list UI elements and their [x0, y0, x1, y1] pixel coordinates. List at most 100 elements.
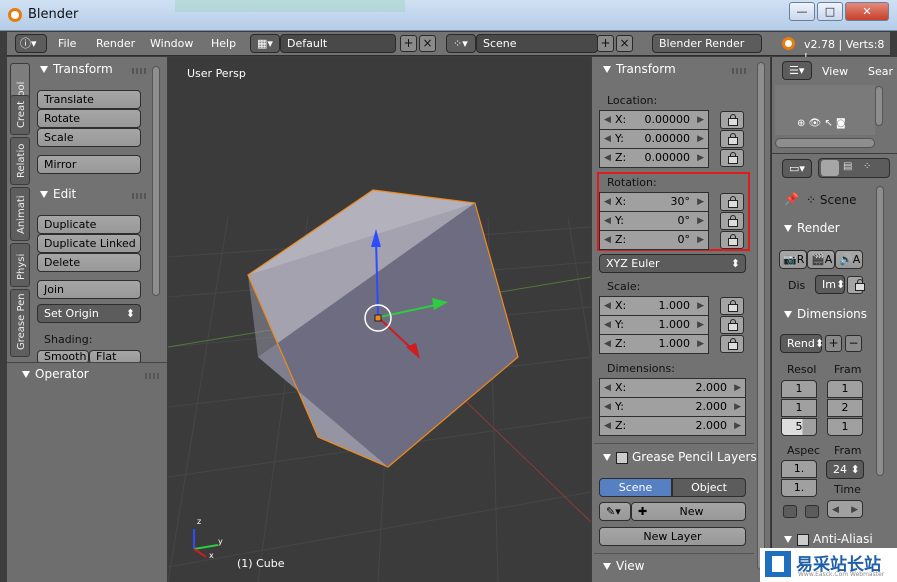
outliner-search-menu[interactable]: Sear: [868, 65, 893, 78]
n-transform-header[interactable]: Transform: [603, 62, 676, 76]
location-z-field[interactable]: ◀ Z: 0.00000 ▶: [599, 148, 709, 168]
frame-end-field[interactable]: 2: [827, 399, 863, 417]
time-remap-field[interactable]: ◀ ▶: [827, 500, 863, 518]
scene-field[interactable]: Scene: [476, 34, 598, 53]
remove-layout-button[interactable]: ×: [419, 35, 436, 52]
delete-button[interactable]: Delete: [37, 253, 141, 272]
properties-scrollbar[interactable]: [757, 62, 765, 570]
add-scene-button[interactable]: +: [597, 35, 614, 52]
grease-pencil-header[interactable]: Grease Pencil Layers: [603, 450, 757, 464]
mirror-button[interactable]: Mirror: [37, 155, 141, 174]
drag-handle-icon[interactable]: [132, 68, 146, 74]
new-grease-button[interactable]: ✚ New: [631, 502, 746, 521]
rotation-y-field[interactable]: ◀ Y: 0° ▶: [599, 211, 709, 231]
set-origin-dropdown[interactable]: Set Origin ⬍: [37, 304, 141, 323]
join-button[interactable]: Join: [37, 280, 141, 299]
grease-pencil-checkbox[interactable]: [616, 451, 628, 464]
duplicate-linked-button[interactable]: Duplicate Linked: [37, 234, 141, 253]
menu-help[interactable]: Help: [211, 37, 236, 50]
context-tabs[interactable]: ▤ ⁘: [818, 158, 890, 178]
remove-preset-button[interactable]: −: [845, 335, 862, 352]
lock-scale-x-icon[interactable]: [720, 297, 744, 315]
tab-animation[interactable]: Animati: [10, 187, 30, 241]
tab-physics[interactable]: Physi: [10, 243, 30, 287]
border-checkbox[interactable]: [783, 505, 797, 518]
remove-scene-button[interactable]: ×: [616, 35, 633, 52]
operator-panel-header[interactable]: Operator: [22, 367, 89, 381]
lock-rotation-y-icon[interactable]: [720, 212, 744, 230]
frame-step-field[interactable]: 1: [827, 418, 863, 436]
render-audio-button[interactable]: 🔊A: [835, 250, 863, 269]
display-select[interactable]: Im⬍: [815, 275, 845, 294]
tab-grease-pencil[interactable]: Grease Pen: [10, 289, 30, 357]
lock-location-y-icon[interactable]: [720, 130, 744, 148]
rotation-z-field[interactable]: ◀ Z: 0° ▶: [599, 230, 709, 250]
drag-handle-icon[interactable]: [732, 68, 746, 74]
tab-relations[interactable]: Relatio: [10, 137, 30, 185]
lock-rotation-z-icon[interactable]: [720, 231, 744, 249]
view-panel-header[interactable]: View: [603, 559, 644, 573]
scale-button[interactable]: Scale: [37, 128, 141, 147]
transform-panel-header[interactable]: Transform: [40, 62, 113, 76]
duplicate-button[interactable]: Duplicate: [37, 215, 141, 234]
pencil-icon[interactable]: ✎▾: [599, 502, 631, 521]
lock-scale-z-icon[interactable]: [720, 335, 744, 353]
cube-object[interactable]: [247, 189, 519, 468]
dimensions-panel-header[interactable]: Dimensions: [784, 307, 867, 321]
resolution-x-field[interactable]: 1: [781, 380, 817, 398]
resolution-percent-field[interactable]: 5: [781, 418, 817, 436]
maximize-button[interactable]: □: [817, 2, 843, 21]
layers-tab-icon[interactable]: ▤: [843, 161, 852, 172]
resolution-y-field[interactable]: 1: [781, 399, 817, 417]
drag-handle-icon[interactable]: [145, 373, 159, 379]
anti-aliasing-checkbox[interactable]: [797, 533, 809, 546]
drag-handle-icon[interactable]: [132, 193, 146, 199]
menu-window[interactable]: Window: [150, 37, 193, 50]
lock-scale-y-icon[interactable]: [720, 316, 744, 334]
aspect-x-field[interactable]: 1.: [781, 460, 817, 478]
viewport-3d[interactable]: User Persp z y x (1) Cube: [168, 57, 591, 582]
scale-y-field[interactable]: ◀ Y: 1.000 ▶: [599, 315, 709, 335]
grease-object-tab[interactable]: Object: [672, 478, 746, 497]
new-layer-button[interactable]: New Layer: [599, 527, 746, 546]
dimensions-y-field[interactable]: ◀ Y: 2.000 ▶: [599, 397, 746, 417]
editor-type-button[interactable]: ⓘ▾: [15, 34, 47, 53]
dimensions-x-field[interactable]: ◀ X: 2.000 ▶: [599, 378, 746, 398]
frame-start-field[interactable]: 1: [827, 380, 863, 398]
layout-icon[interactable]: ▦▾: [250, 34, 280, 53]
render-animation-button[interactable]: 🎬A: [807, 250, 835, 269]
lock-rotation-x-icon[interactable]: [720, 193, 744, 211]
render-properties-scrollbar[interactable]: [876, 186, 884, 476]
location-y-field[interactable]: ◀ Y: 0.00000 ▶: [599, 129, 709, 149]
translate-button[interactable]: Translate: [37, 90, 141, 109]
scene-icon[interactable]: ⁘▾: [446, 34, 476, 53]
location-x-field[interactable]: ◀ X: 0.00000 ▶: [599, 110, 709, 130]
add-preset-button[interactable]: +: [825, 335, 842, 352]
scale-x-field[interactable]: ◀ X: 1.000 ▶: [599, 296, 709, 316]
render-panel-header[interactable]: Render: [784, 221, 840, 235]
properties-editor-icon[interactable]: ▭▾: [782, 159, 812, 178]
viewport-canvas[interactable]: [168, 57, 591, 582]
minimize-button[interactable]: —: [789, 2, 815, 21]
outliner-editor-icon[interactable]: ☰▾: [782, 61, 812, 80]
render-engine-select[interactable]: Blender Render: [652, 34, 762, 53]
scale-z-field[interactable]: ◀ Z: 1.000 ▶: [599, 334, 709, 354]
add-layout-button[interactable]: +: [400, 35, 417, 52]
lock-location-z-icon[interactable]: [720, 149, 744, 167]
tool-shelf-scrollbar[interactable]: [152, 66, 160, 296]
close-button[interactable]: ✕: [845, 2, 889, 21]
anti-aliasing-header[interactable]: Anti-Aliasi: [784, 532, 873, 546]
display-lock-icon[interactable]: [847, 276, 865, 294]
layout-field[interactable]: Default: [280, 34, 396, 53]
pin-icon[interactable]: 📌: [784, 192, 799, 206]
render-tab-icon[interactable]: [821, 160, 839, 176]
crop-checkbox[interactable]: [805, 505, 819, 518]
rotation-x-field[interactable]: ◀ X: 30° ▶: [599, 192, 709, 212]
render-image-button[interactable]: 📷R: [779, 250, 807, 269]
lock-location-x-icon[interactable]: [720, 111, 744, 129]
rotate-button[interactable]: Rotate: [37, 109, 141, 128]
outliner-hscrollbar[interactable]: [775, 138, 875, 148]
render-preset-select[interactable]: Rend⬍: [780, 334, 824, 353]
dimensions-z-field[interactable]: ◀ Z: 2.000 ▶: [599, 416, 746, 436]
aspect-y-field[interactable]: 1.: [781, 479, 817, 497]
